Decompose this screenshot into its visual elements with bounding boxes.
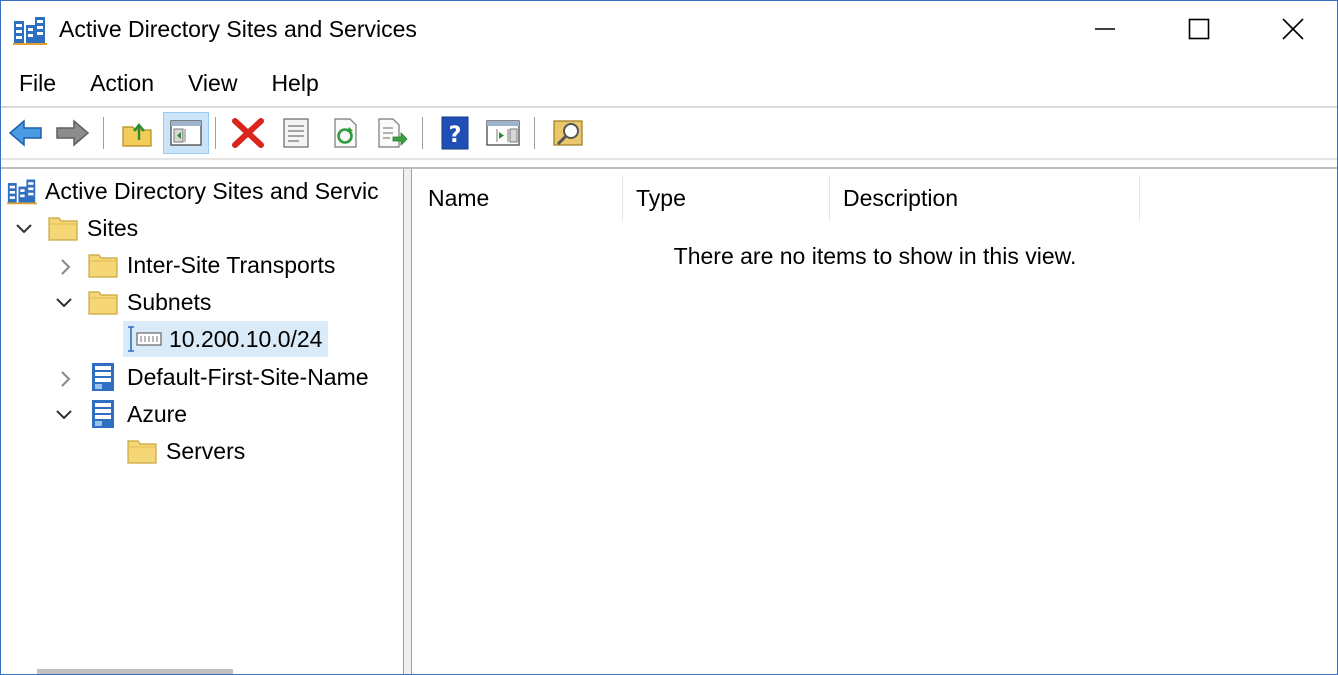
tree-item-sites[interactable]: Sites	[47, 210, 138, 246]
forward-arrow-icon	[56, 119, 90, 147]
show-action-pane-button[interactable]	[483, 113, 523, 153]
maximize-button[interactable]	[1153, 1, 1245, 57]
minimize-button[interactable]	[1059, 1, 1151, 57]
tree-item-label: 10.200.10.0/24	[169, 325, 323, 352]
folder-icon	[127, 440, 157, 464]
toolbar-separator	[103, 117, 104, 149]
sites-services-app-icon	[13, 17, 47, 45]
chevron-down-icon[interactable]	[54, 405, 74, 425]
export-list-icon	[378, 118, 408, 148]
menu-separator	[1, 106, 1337, 108]
tree-item-label: Subnets	[127, 288, 212, 315]
column-divider[interactable]	[1139, 175, 1140, 221]
chevron-right-icon[interactable]	[55, 369, 75, 389]
delete-icon	[232, 118, 264, 148]
tree-item-label: Active Directory Sites and Servic	[45, 177, 379, 204]
back-button[interactable]	[6, 113, 46, 153]
column-header-name[interactable]: Name	[412, 175, 622, 221]
tree-item-inter-site-transports[interactable]: Inter-Site Transports	[87, 247, 335, 283]
column-header-type[interactable]: Type	[620, 175, 830, 221]
export-list-button[interactable]	[372, 113, 412, 153]
tree-item-default-first-site-name[interactable]: Default-First-Site-Name	[87, 359, 369, 395]
forward-button[interactable]	[52, 113, 92, 153]
column-header-description[interactable]: Description	[827, 175, 1139, 221]
tree-item-label: Azure	[127, 400, 188, 427]
app-window: Active Directory Sites and Services File…	[0, 0, 1338, 675]
console-tree-pane[interactable]: Active Directory Sites and Servic Sites …	[1, 169, 404, 674]
tree-item-label: Inter-Site Transports	[127, 251, 336, 278]
pane-splitter[interactable]	[404, 169, 411, 674]
toolbar-separator	[215, 117, 216, 149]
refresh-icon	[334, 118, 357, 148]
toolbar-separator	[534, 117, 535, 149]
subnet-icon	[128, 326, 162, 352]
properties-button[interactable]	[276, 113, 316, 153]
sites-services-icon	[7, 179, 37, 205]
close-button[interactable]	[1247, 1, 1337, 57]
folder-icon	[88, 291, 118, 315]
properties-icon	[283, 118, 309, 148]
site-icon	[92, 363, 114, 391]
toolbar-separator-line	[1, 158, 1337, 160]
up-one-level-button[interactable]	[117, 113, 157, 153]
menu-help[interactable]: Help	[254, 63, 335, 103]
help-button[interactable]: ?	[435, 113, 475, 153]
back-arrow-icon	[8, 119, 42, 147]
tree-item-label: Sites	[87, 214, 139, 241]
menu-file[interactable]: File	[1, 63, 73, 103]
toolbar-separator	[422, 117, 423, 149]
svg-text:?: ?	[449, 123, 462, 148]
tree-item-servers[interactable]: Servers	[126, 433, 245, 469]
menu-action[interactable]: Action	[73, 63, 171, 103]
menu-bar: File Action View Help	[1, 63, 1337, 103]
chevron-down-icon[interactable]	[54, 293, 74, 313]
tree-item-subnet-10-200-10-0[interactable]: 10.200.10.0/24	[123, 321, 329, 357]
menu-view[interactable]: View	[171, 63, 254, 103]
show-action-pane-icon	[486, 120, 520, 146]
maximize-icon	[1188, 18, 1210, 40]
find-icon	[553, 120, 583, 146]
folder-icon	[88, 254, 118, 278]
empty-list-message: There are no items to show in this view.	[673, 243, 1077, 269]
tree-item-subnets[interactable]: Subnets	[87, 284, 211, 320]
window-title: Active Directory Sites and Services	[59, 16, 417, 42]
tree-item-root[interactable]: Active Directory Sites and Servic	[7, 173, 379, 209]
tree-item-label: Servers	[166, 437, 246, 464]
close-icon	[1282, 18, 1304, 40]
tree-item-azure[interactable]: Azure	[87, 396, 187, 432]
tree-horizontal-scrollbar[interactable]	[37, 669, 233, 674]
minimize-icon	[1095, 28, 1115, 30]
show-hide-console-tree-icon	[170, 120, 202, 146]
details-list-pane[interactable]: Name Type Description There are no items…	[411, 169, 1337, 674]
chevron-right-icon[interactable]	[55, 257, 75, 277]
tree-item-label: Default-First-Site-Name	[127, 363, 369, 390]
delete-button[interactable]	[228, 113, 268, 153]
site-icon	[92, 400, 114, 428]
selection-highlight: 10.200.10.0/24	[123, 321, 329, 357]
find-button[interactable]	[548, 113, 588, 153]
chevron-down-icon[interactable]	[14, 219, 34, 239]
title-bar: Active Directory Sites and Services	[1, 1, 1337, 57]
folder-icon	[48, 217, 78, 241]
up-folder-icon	[122, 123, 152, 147]
show-hide-console-tree-button[interactable]	[163, 112, 209, 154]
toolbar: ?	[1, 109, 1337, 157]
help-icon: ?	[441, 116, 469, 150]
refresh-button[interactable]	[325, 113, 365, 153]
